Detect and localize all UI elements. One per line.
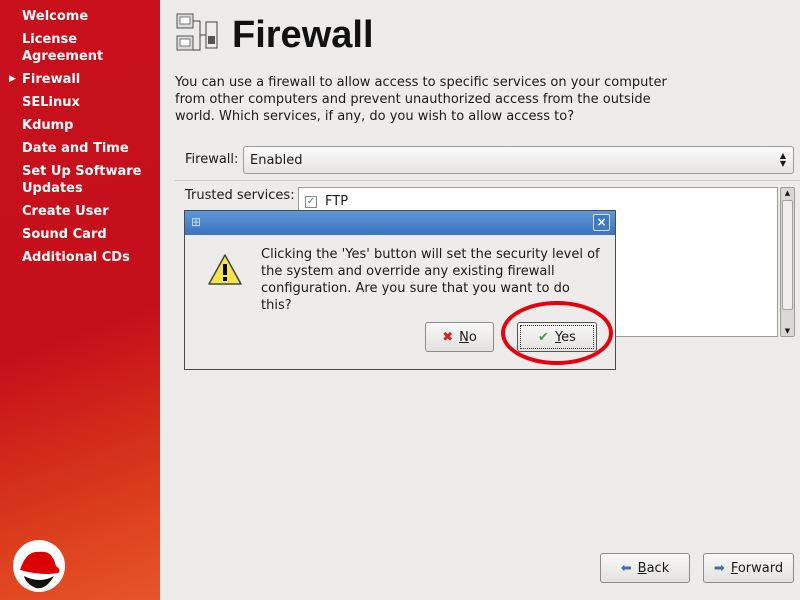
sidebar-step-additional-cds: Additional CDs — [22, 250, 130, 265]
sidebar-step-software-updates: Set Up Software Updates — [22, 164, 142, 196]
sidebar-step-welcome: Welcome — [22, 9, 89, 24]
redhat-logo-icon — [13, 540, 65, 592]
red-x-icon: ✖ — [442, 329, 454, 345]
sidebar-step-date-time: Date and Time — [22, 141, 129, 156]
close-button[interactable]: × — [593, 214, 610, 231]
firewall-label: Firewall: — [185, 152, 239, 167]
sidebar-step-create-user: Create User — [22, 204, 109, 219]
firewall-select-value: Enabled — [250, 153, 303, 168]
services-scrollbar[interactable]: ▲ ▼ — [780, 187, 795, 337]
updown-arrows-icon: ▲ ▼ — [779, 151, 786, 168]
ftp-checkbox[interactable]: ✓ — [305, 195, 317, 208]
highlight-circle — [501, 301, 613, 365]
sidebar-step-selinux: SELinux — [22, 95, 80, 110]
firewall-small-icon: ⊞ — [191, 215, 202, 229]
sidebar-step-license: License Agreement — [22, 32, 104, 64]
page-description: You can use a firewall to allow access t… — [175, 75, 667, 124]
current-step-arrow-icon: ▶ — [9, 74, 16, 84]
dialog-titlebar: ⊞ × — [185, 211, 615, 235]
divider — [175, 180, 800, 181]
scroll-down-icon[interactable]: ▼ — [781, 326, 794, 336]
back-button[interactable]: ⬅ Back — [600, 553, 690, 583]
firewall-select[interactable]: Enabled ▲ ▼ — [243, 146, 794, 174]
list-item[interactable]: ✓ FTP — [305, 194, 348, 209]
page-title: Firewall — [232, 14, 374, 56]
sidebar: ▶ Welcome License Agreement Firewall SEL… — [0, 0, 160, 600]
sidebar-step-sound-card: Sound Card — [22, 227, 107, 242]
forward-button[interactable]: ➡ Forward — [703, 553, 794, 583]
no-button[interactable]: ✖ No — [425, 322, 494, 352]
arrow-left-icon: ⬅ — [620, 560, 632, 576]
scroll-up-icon[interactable]: ▲ — [781, 188, 794, 198]
service-name: FTP — [325, 194, 349, 209]
warning-icon — [208, 254, 242, 285]
firewall-network-icon — [176, 13, 218, 51]
trusted-services-label: Trusted services: — [185, 188, 295, 203]
sidebar-step-firewall: Firewall — [22, 72, 81, 87]
scrollbar-thumb[interactable] — [782, 200, 793, 310]
arrow-right-icon: ➡ — [713, 560, 725, 576]
sidebar-step-kdump: Kdump — [22, 118, 74, 133]
